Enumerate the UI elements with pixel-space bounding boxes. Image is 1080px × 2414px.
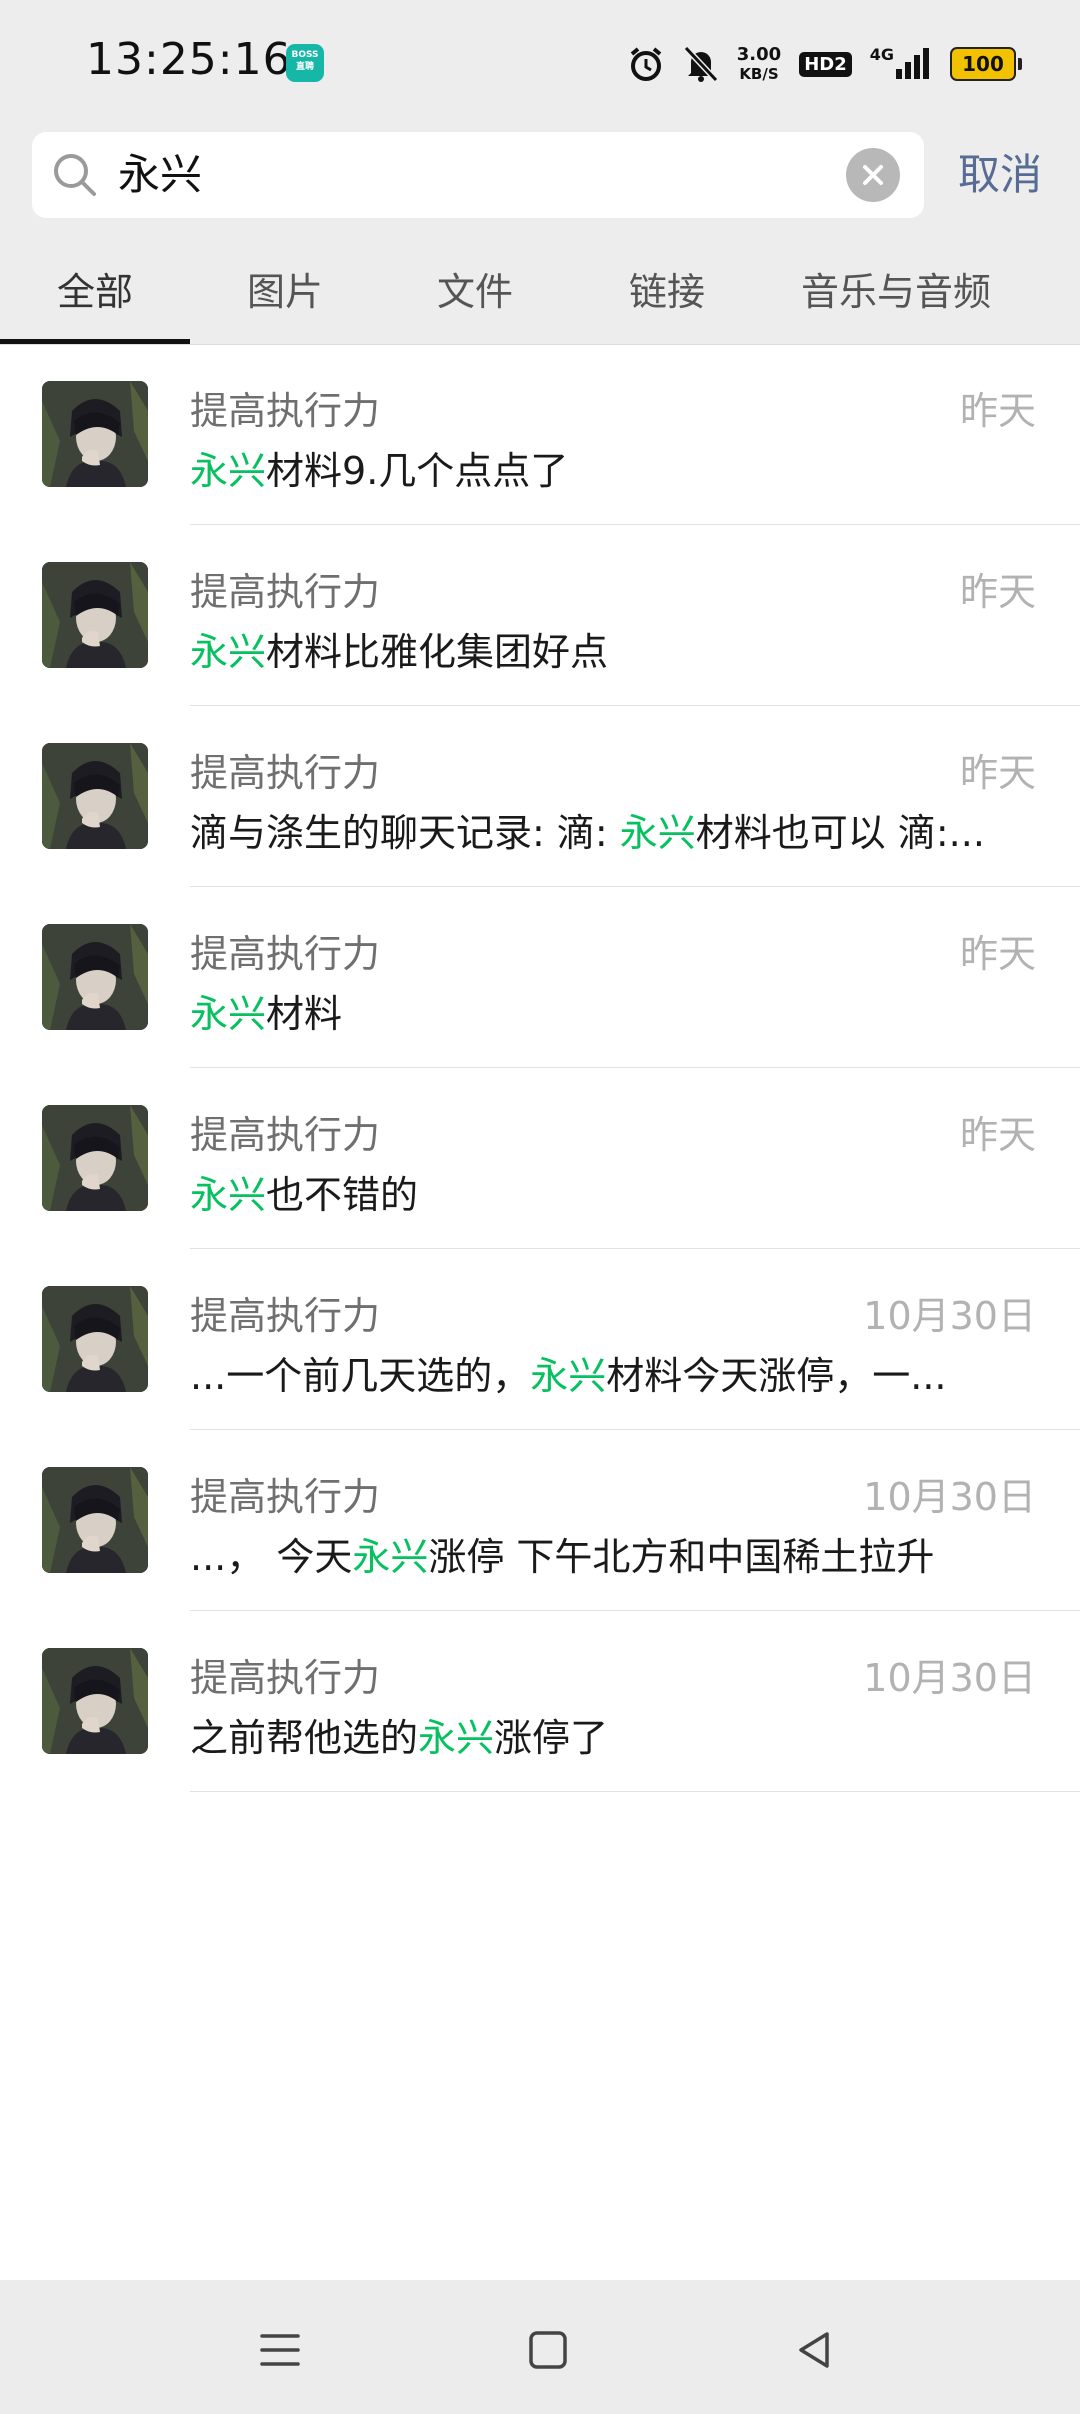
snippet-prefix: 滴与涤生的聊天记录: 滴: bbox=[190, 811, 620, 855]
alarm-icon bbox=[627, 45, 665, 83]
keyword-highlight: 永兴 bbox=[190, 1173, 267, 1217]
search-input[interactable] bbox=[118, 132, 858, 218]
keyword-highlight: 永兴 bbox=[190, 992, 267, 1036]
clear-search-button[interactable] bbox=[846, 148, 900, 202]
avatar bbox=[42, 381, 148, 487]
keyword-highlight: 永兴 bbox=[352, 1535, 429, 1579]
tab-links[interactable]: 链接 bbox=[570, 240, 764, 344]
avatar bbox=[42, 562, 148, 668]
avatar bbox=[42, 1648, 148, 1754]
filter-tabs: 全部 图片 文件 链接 音乐与音频 bbox=[0, 240, 1080, 345]
avatar bbox=[42, 924, 148, 1030]
snippet-suffix: 材料也可以 滴:... bbox=[695, 811, 985, 855]
chat-title: 提高执行力 bbox=[190, 570, 381, 614]
keyword-highlight: 永兴 bbox=[530, 1354, 607, 1398]
net-speed: 3.00 KB/S bbox=[736, 43, 782, 83]
status-bar: 13:25:16 BOSS 直聘 3.00 KB/S HD2 4G 100 bbox=[0, 0, 1080, 128]
battery-indicator: 100 bbox=[950, 47, 1022, 81]
network-type: 4G bbox=[869, 44, 894, 64]
signal-icon: 4G bbox=[869, 44, 932, 81]
keyword-highlight: 永兴 bbox=[190, 630, 267, 674]
chat-title: 提高执行力 bbox=[190, 389, 381, 433]
keyword-highlight: 永兴 bbox=[418, 1716, 495, 1760]
keyword-highlight: 永兴 bbox=[619, 811, 696, 855]
search-result-row[interactable]: 提高执行力 昨天永兴也不错的 bbox=[0, 1068, 1080, 1249]
search-row: 取消 bbox=[0, 132, 1080, 220]
message-date: 昨天 bbox=[959, 751, 1036, 795]
message-snippet: ...， 今天永兴涨停 下午北方和中国稀土拉升 bbox=[190, 1526, 1040, 1581]
home-icon[interactable] bbox=[518, 2320, 578, 2380]
menu-icon[interactable] bbox=[250, 2320, 310, 2380]
snippet-suffix: 涨停 下午北方和中国稀土拉升 bbox=[428, 1535, 935, 1579]
message-date: 昨天 bbox=[959, 389, 1036, 433]
mute-icon bbox=[683, 45, 719, 83]
chat-title: 提高执行力 bbox=[190, 1113, 381, 1157]
hd-badge: HD2 bbox=[799, 51, 852, 77]
snippet-prefix: 之前帮他选的 bbox=[190, 1716, 419, 1760]
search-result-row[interactable]: 提高执行力 10月30日 ...， 今天永兴涨停 下午北方和中国稀土拉升 bbox=[0, 1430, 1080, 1611]
snippet-suffix: 材料 bbox=[266, 992, 343, 1036]
avatar bbox=[42, 1286, 148, 1392]
snippet-prefix: ...一个前几天选的， bbox=[190, 1354, 531, 1398]
chat-title: 提高执行力 bbox=[190, 1294, 381, 1338]
message-date: 10月30日 bbox=[863, 1656, 1036, 1700]
message-date: 昨天 bbox=[959, 1113, 1036, 1157]
message-snippet: 永兴材料 bbox=[190, 983, 1040, 1038]
tab-music-audio[interactable]: 音乐与音频 bbox=[764, 240, 1028, 344]
snippet-suffix: 材料今天涨停，一... bbox=[606, 1354, 947, 1398]
message-snippet: ...一个前几天选的，永兴材料今天涨停，一... bbox=[190, 1345, 1040, 1400]
chat-title: 提高执行力 bbox=[190, 751, 381, 795]
search-result-row[interactable]: 提高执行力 10月30日 ...一个前几天选的，永兴材料今天涨停，一... bbox=[0, 1249, 1080, 1430]
avatar bbox=[42, 1105, 148, 1211]
message-date: 昨天 bbox=[959, 932, 1036, 976]
boss-app-icon: BOSS 直聘 bbox=[286, 44, 324, 82]
search-result-row[interactable]: 提高执行力 昨天永兴材料比雅化集团好点 bbox=[0, 525, 1080, 706]
search-box[interactable] bbox=[32, 132, 924, 218]
keyword-highlight: 永兴 bbox=[190, 449, 267, 493]
chat-title: 提高执行力 bbox=[190, 1475, 381, 1519]
message-snippet: 永兴材料9.几个点点了 bbox=[190, 440, 1040, 495]
message-date: 昨天 bbox=[959, 570, 1036, 614]
snippet-prefix: ...， 今天 bbox=[190, 1535, 353, 1579]
avatar bbox=[42, 1467, 148, 1573]
divider bbox=[190, 1791, 1080, 1792]
message-date: 10月30日 bbox=[863, 1475, 1036, 1519]
chat-title: 提高执行力 bbox=[190, 932, 381, 976]
message-snippet: 之前帮他选的永兴涨停了 bbox=[190, 1707, 1040, 1762]
search-result-row[interactable]: 提高执行力 10月30日之前帮他选的永兴涨停了 bbox=[0, 1611, 1080, 1792]
back-icon[interactable] bbox=[784, 2320, 844, 2380]
message-date: 10月30日 bbox=[863, 1294, 1036, 1338]
tab-images[interactable]: 图片 bbox=[190, 240, 380, 344]
tab-all[interactable]: 全部 bbox=[0, 240, 190, 344]
cancel-button[interactable]: 取消 bbox=[958, 132, 1042, 218]
avatar bbox=[42, 743, 148, 849]
snippet-suffix: 材料比雅化集团好点 bbox=[266, 630, 609, 674]
tab-files[interactable]: 文件 bbox=[380, 240, 570, 344]
close-icon bbox=[863, 165, 883, 185]
message-snippet: 永兴材料比雅化集团好点 bbox=[190, 621, 1040, 676]
chat-title: 提高执行力 bbox=[190, 1656, 381, 1700]
snippet-suffix: 涨停了 bbox=[494, 1716, 609, 1760]
snippet-suffix: 材料9.几个点点了 bbox=[266, 449, 569, 493]
message-snippet: 滴与涤生的聊天记录: 滴: 永兴材料也可以 滴:... bbox=[190, 802, 1040, 857]
snippet-suffix: 也不错的 bbox=[266, 1173, 419, 1217]
system-navigation-bar bbox=[0, 2280, 1080, 2414]
status-time: 13:25:16 bbox=[86, 34, 292, 85]
search-result-row[interactable]: 提高执行力 昨天滴与涤生的聊天记录: 滴: 永兴材料也可以 滴:... bbox=[0, 706, 1080, 887]
search-result-row[interactable]: 提高执行力 昨天永兴材料 bbox=[0, 887, 1080, 1068]
message-snippet: 永兴也不错的 bbox=[190, 1164, 1040, 1219]
search-result-row[interactable]: 提高执行力 昨天永兴材料9.几个点点了 bbox=[0, 344, 1080, 525]
search-icon bbox=[50, 150, 100, 204]
search-results-list: 提高执行力 昨天 永兴材料9.几个点点了 提高执行力 昨天 永兴材料比雅化集团好点 提高执行… bbox=[0, 344, 1080, 1792]
